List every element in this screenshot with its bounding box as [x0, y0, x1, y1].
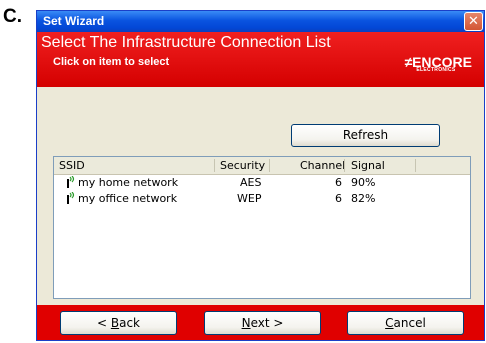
header-banner: Select The Infrastructure Connection Lis…: [37, 32, 484, 87]
wifi-signal-icon: [67, 176, 75, 188]
network-row[interactable]: my home network AES 6 90%: [54, 175, 470, 191]
row-channel: 6: [335, 192, 342, 205]
row-security: WEP: [237, 192, 262, 205]
network-list[interactable]: SSID Security Channel Signal my home net…: [53, 156, 471, 299]
next-button[interactable]: Next >: [204, 311, 321, 335]
next-accelerator: N: [241, 316, 251, 330]
list-header: SSID Security Channel Signal: [54, 157, 470, 175]
next-label: ext >: [250, 316, 284, 330]
logo-tagline: ELECTRONICS: [416, 67, 456, 73]
row-ssid: my office network: [78, 192, 178, 205]
wifi-signal-icon: [67, 192, 75, 204]
banner-subheading: Click on item to select: [53, 56, 170, 68]
encore-logo: ≠ENCORE ELECTRONICS: [404, 54, 472, 73]
cancel-label: ancel: [393, 316, 426, 330]
wizard-window: Set Wizard ✕ Select The Infrastructure C…: [36, 10, 485, 341]
logo-mark: ≠: [404, 54, 413, 70]
column-header-channel[interactable]: Channel: [300, 159, 345, 172]
figure-label: C.: [3, 6, 22, 27]
back-label: ack: [119, 316, 140, 330]
cancel-button[interactable]: Cancel: [347, 311, 464, 335]
column-header-ssid[interactable]: SSID: [59, 159, 85, 172]
column-header-security[interactable]: Security: [220, 159, 265, 172]
footer-bar: < Back Next > Cancel: [37, 305, 484, 340]
banner-heading: Select The Infrastructure Connection Lis…: [41, 34, 331, 51]
title-bar[interactable]: Set Wizard ✕: [37, 11, 484, 32]
row-channel: 6: [335, 176, 342, 189]
refresh-button[interactable]: Refresh: [291, 124, 440, 147]
window-title: Set Wizard: [43, 14, 105, 28]
column-header-signal[interactable]: Signal: [351, 159, 385, 172]
close-button[interactable]: ✕: [464, 12, 483, 31]
row-security: AES: [240, 176, 262, 189]
back-prefix: <: [96, 316, 111, 330]
cancel-accelerator: C: [385, 316, 394, 330]
close-icon: ✕: [468, 14, 479, 29]
back-button[interactable]: < Back: [60, 311, 177, 335]
row-signal: 82%: [351, 192, 376, 205]
row-ssid: my home network: [78, 176, 179, 189]
network-row[interactable]: my office network WEP 6 82%: [54, 191, 470, 207]
row-signal: 90%: [351, 176, 376, 189]
back-accelerator: B: [110, 316, 120, 330]
